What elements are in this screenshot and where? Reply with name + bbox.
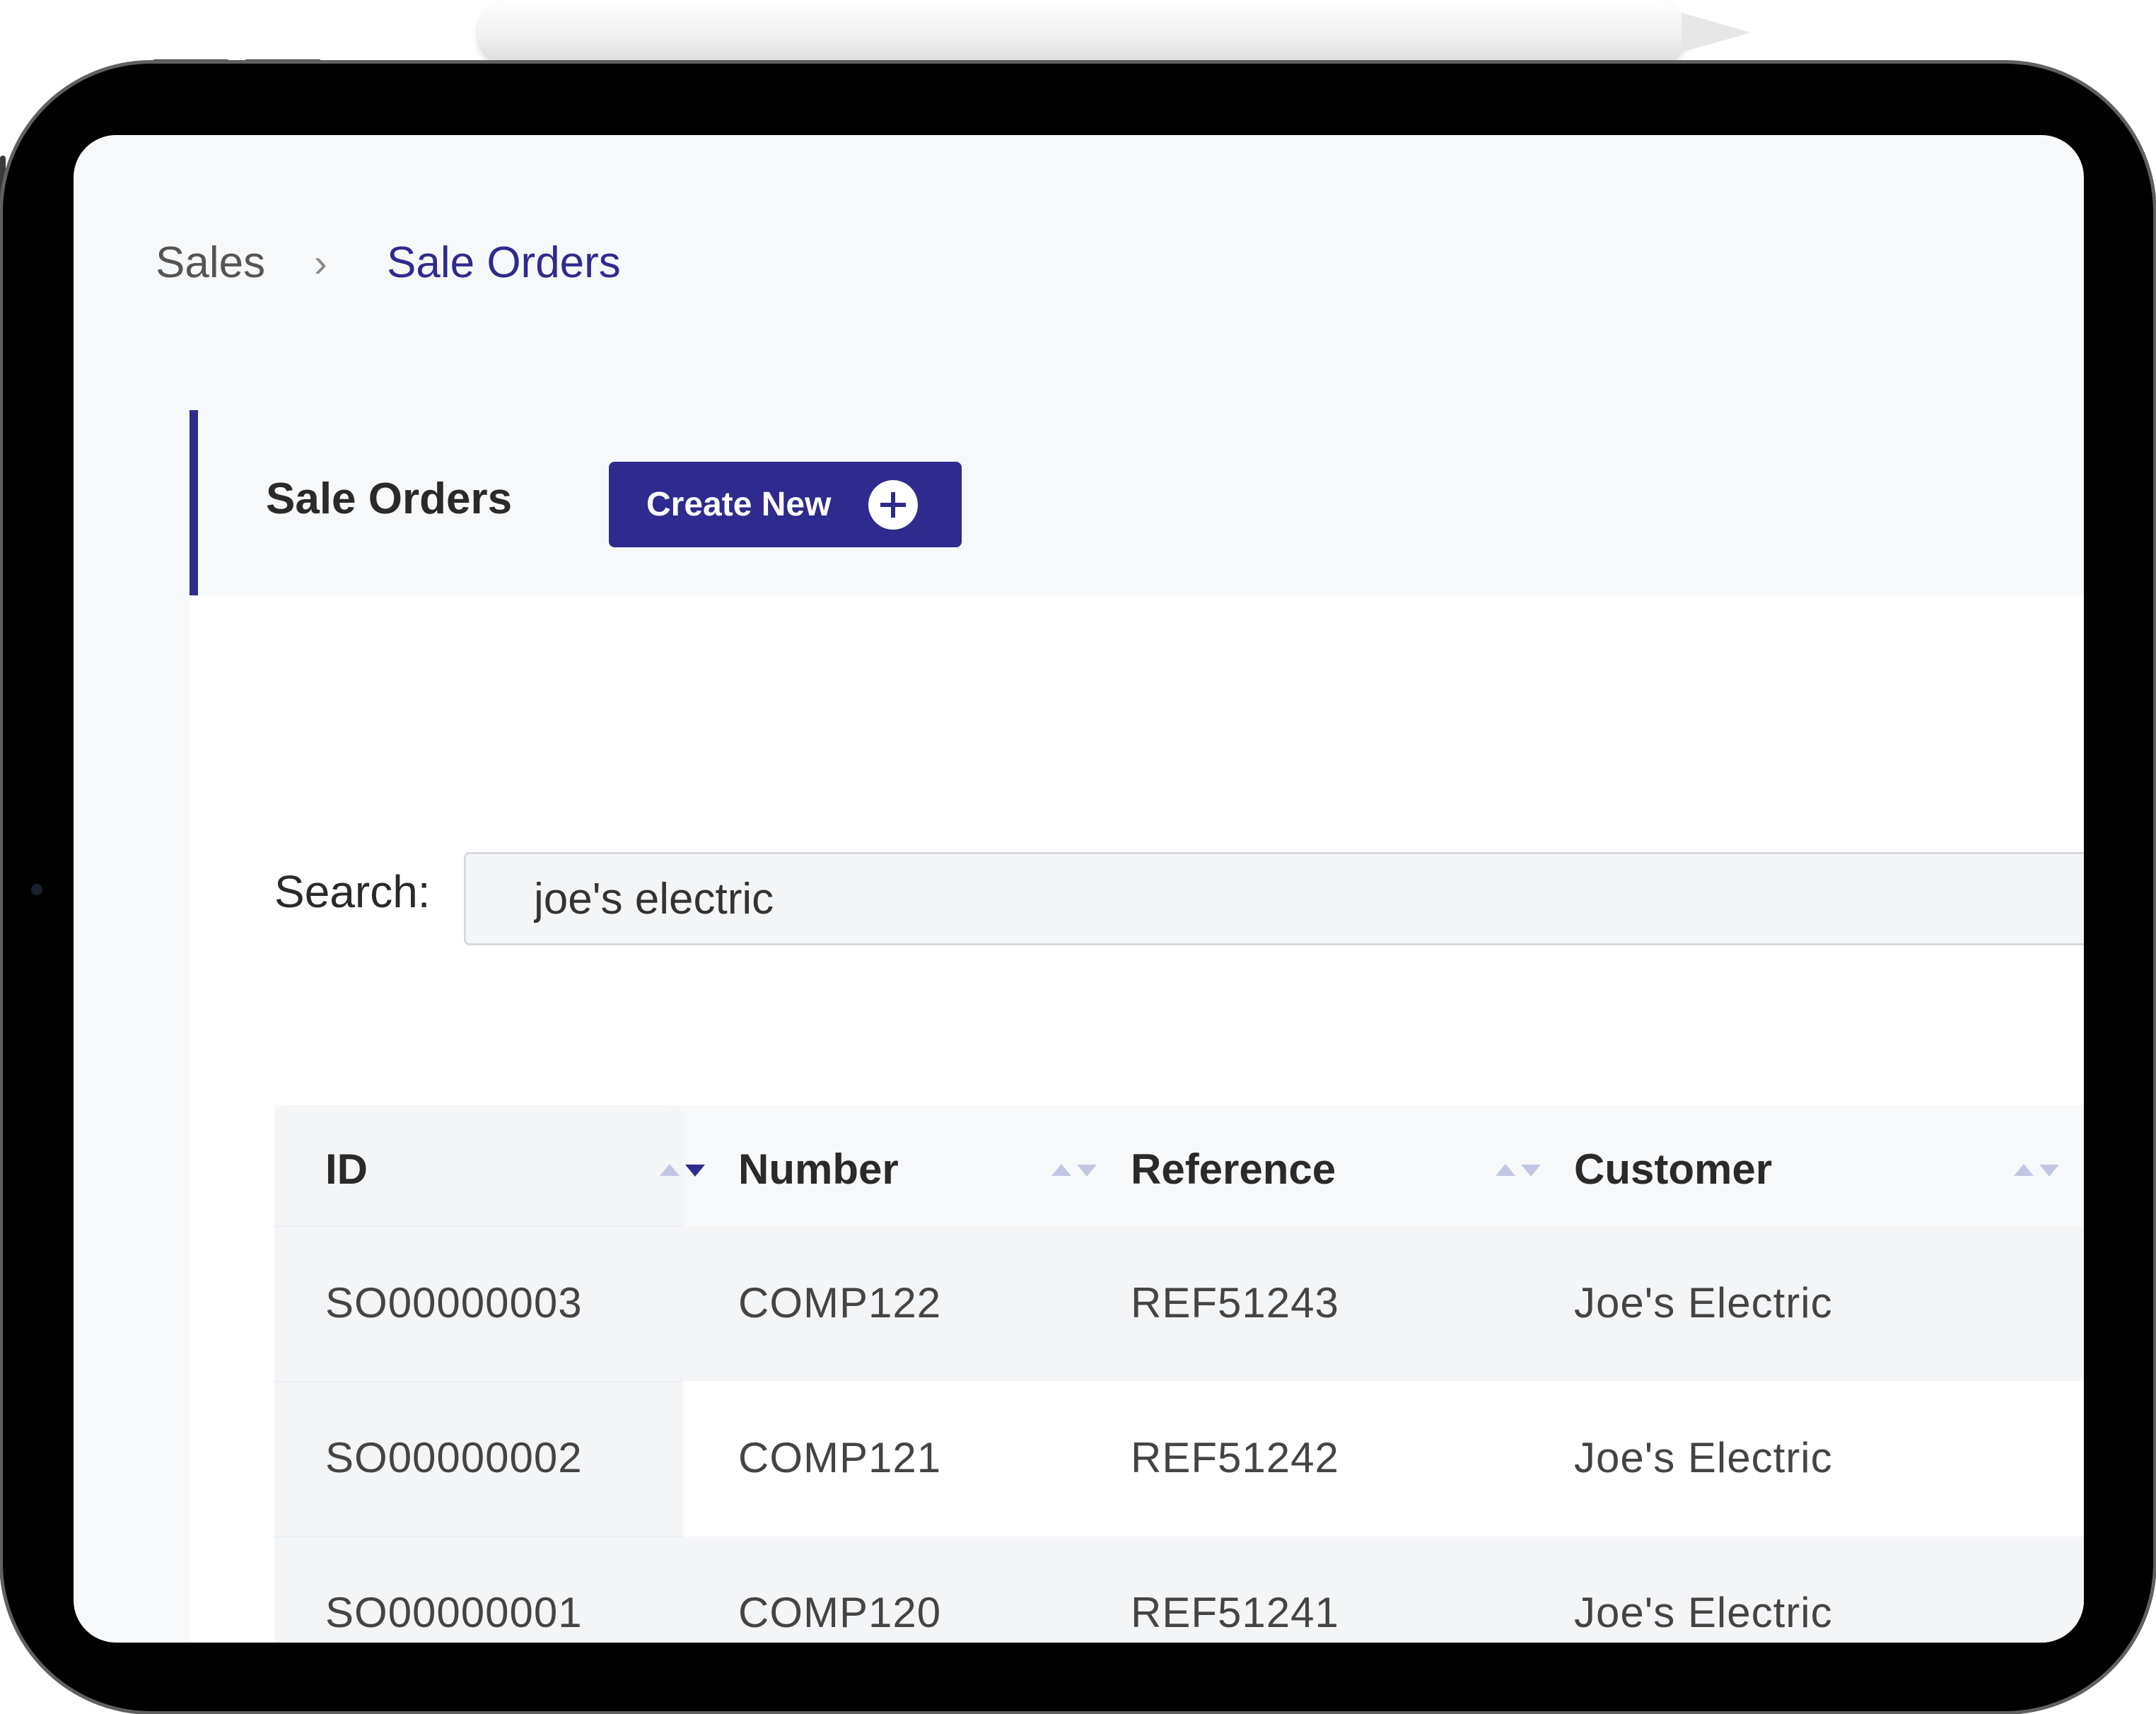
column-header-number[interactable]: Number xyxy=(738,1145,899,1194)
stylus-pencil xyxy=(478,0,1686,65)
search-label: Search: xyxy=(274,866,431,917)
cell-customer: Joe's Electric xyxy=(1574,1434,1833,1481)
cell-reference: REF51241 xyxy=(1131,1589,1339,1636)
stylus-tip xyxy=(1682,13,1751,52)
chevron-right-icon: › xyxy=(314,240,327,285)
row-divider xyxy=(274,1536,683,1537)
sort-descending-icon xyxy=(2039,1165,2059,1177)
front-camera-icon xyxy=(31,884,42,895)
sort-ascending-icon xyxy=(1051,1164,1071,1176)
cell-id: SO00000002 xyxy=(325,1434,583,1481)
sort-descending-icon xyxy=(1077,1165,1097,1177)
breadcrumb-current: Sale Orders xyxy=(387,238,621,287)
cell-number: COMP122 xyxy=(738,1279,942,1327)
cell-number: COMP120 xyxy=(738,1589,942,1636)
cell-id: SO00000001 xyxy=(325,1589,583,1636)
search-input[interactable] xyxy=(464,852,2084,945)
row-divider xyxy=(274,1225,683,1227)
sort-descending-icon xyxy=(1521,1165,1541,1177)
column-header-id[interactable]: ID xyxy=(325,1145,368,1194)
sort-ascending-icon xyxy=(660,1164,680,1176)
column-header-reference[interactable]: Reference xyxy=(1131,1145,1336,1194)
card-title: Sale Orders xyxy=(266,474,513,523)
column-header-customer[interactable]: Customer xyxy=(1574,1145,1772,1194)
cell-customer: Joe's Electric xyxy=(1574,1279,1833,1327)
row-divider xyxy=(274,1381,683,1382)
app-screen: Sales › Sale Orders Sale Orders Create N… xyxy=(74,135,2084,1643)
card-accent-bar xyxy=(190,410,198,595)
cell-reference: REF51242 xyxy=(1131,1434,1339,1481)
cell-id: SO00000003 xyxy=(325,1279,583,1327)
cell-reference: REF51243 xyxy=(1131,1279,1339,1327)
sort-descending-icon xyxy=(685,1165,705,1177)
device-mockup: Sales › Sale Orders Sale Orders Create N… xyxy=(0,0,2156,1714)
cell-number: COMP121 xyxy=(738,1434,942,1481)
breadcrumb-sales[interactable]: Sales xyxy=(156,238,265,288)
create-new-button[interactable]: Create New xyxy=(609,462,962,547)
sort-ascending-icon xyxy=(2014,1164,2034,1176)
sort-ascending-icon xyxy=(1496,1164,1515,1176)
sale-orders-table: ID Number Reference Customer SO00000003 xyxy=(274,1105,2084,1643)
create-new-label: Create New xyxy=(646,486,832,523)
plus-circle-icon xyxy=(868,480,918,530)
cell-customer: Joe's Electric xyxy=(1574,1589,1833,1636)
